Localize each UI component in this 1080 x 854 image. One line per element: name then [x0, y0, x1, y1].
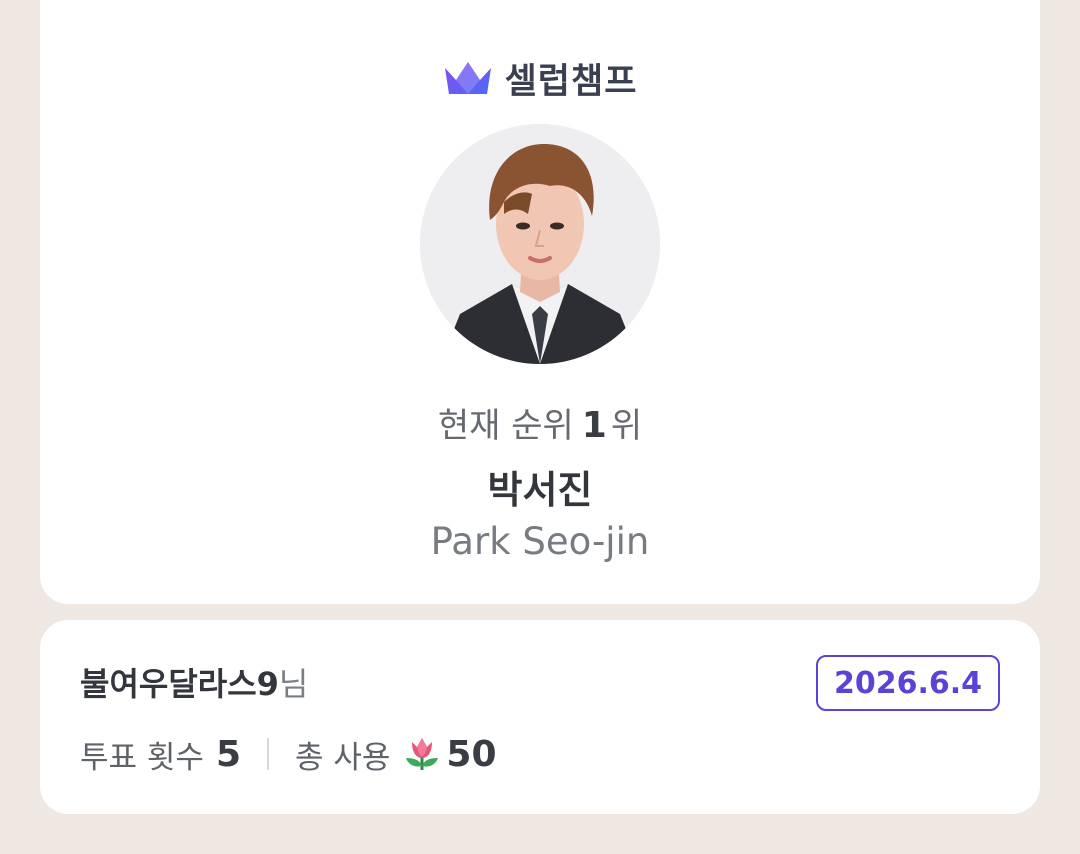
- brand-name: 셀럽챔프: [504, 61, 638, 102]
- voter-suffix: 님: [278, 665, 309, 703]
- celebrity-photo: [420, 124, 660, 364]
- rank-prefix: 현재 순위: [437, 406, 574, 446]
- celebrity-name-english: Park Seo-jin: [430, 520, 650, 563]
- total-used-label: 총 사용: [295, 739, 391, 776]
- voter-name: 불여우달라스9: [80, 665, 279, 703]
- vote-count: 5: [215, 733, 241, 775]
- vote-count-label: 투표 횟수: [80, 739, 204, 776]
- stats-divider: [267, 738, 269, 770]
- current-rank: 현재 순위 1 위: [40, 404, 1040, 448]
- celebrity-card: 셀럽챔프 현재 순위 1 위 박서진 Park Seo-jin: [40, 0, 1040, 604]
- total-used: 50: [446, 733, 497, 775]
- brand-header: 셀럽챔프: [40, 56, 1040, 102]
- voter-info: 불여우달라스9님: [80, 662, 308, 706]
- vote-summary-card: 불여우달라스9님 2026.6.4 투표 횟수 5 총 사용 50: [40, 620, 1040, 814]
- celebrity-name-korean: 박서진: [487, 468, 593, 512]
- vote-stats: 투표 횟수 5 총 사용 50: [80, 728, 497, 780]
- tulip-icon: [406, 738, 439, 771]
- crown-icon: [444, 62, 491, 94]
- vote-date-badge: 2026.6.4: [815, 655, 1000, 711]
- rank-number: 1: [581, 405, 607, 446]
- rank-suffix: 위: [610, 406, 643, 446]
- celebrity-avatar: [420, 124, 660, 364]
